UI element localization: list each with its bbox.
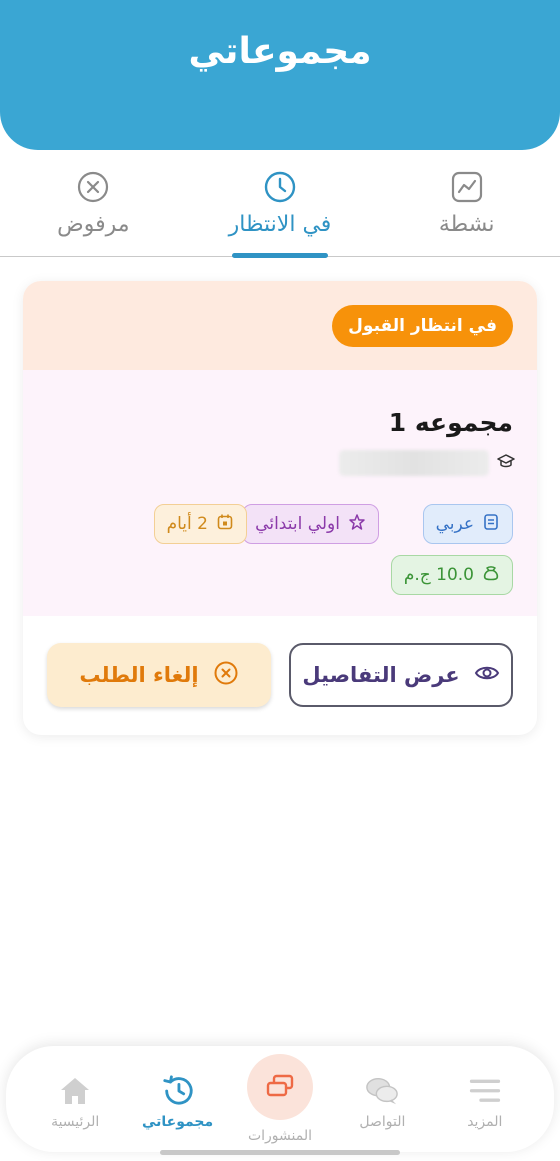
page-title: مجموعاتي [188, 30, 372, 72]
money-bag-icon [482, 564, 500, 587]
posts-icon [246, 1054, 313, 1120]
group-title: مجموعه 1 [388, 408, 513, 437]
tab-rejected[interactable]: مرفوض [0, 150, 187, 256]
tab-label: في الانتظار [228, 212, 332, 237]
nav-my-groups[interactable]: مجموعاتي [126, 1046, 228, 1130]
nav-home[interactable]: الرئيسية [24, 1046, 126, 1130]
status-badge: في انتظار القبول [332, 305, 513, 347]
cancel-request-label: إلغاء الطلب [79, 663, 199, 687]
nav-label: مجموعاتي [142, 1114, 214, 1130]
bottom-navigation: المزيد التواصل المنشورات مجموعاتي الرئيس… [6, 1046, 554, 1152]
duration-chip: 2 أيام [153, 504, 247, 544]
tab-label: مرفوض [57, 212, 130, 237]
grade-text: اولي ابتدائي [255, 514, 340, 534]
nav-label: المنشورات [247, 1128, 312, 1144]
chat-icon [365, 1074, 399, 1108]
chart-line-icon [450, 170, 484, 204]
view-details-label: عرض التفاصيل [302, 663, 460, 687]
nav-communication[interactable]: التواصل [331, 1046, 433, 1130]
eye-icon [474, 660, 500, 691]
graduation-cap-icon [497, 452, 515, 474]
nav-label: التواصل [359, 1114, 406, 1130]
star-icon [348, 513, 366, 536]
duration-text: 2 أيام [166, 514, 208, 534]
x-circle-icon [76, 170, 110, 204]
price-chip: 10.0 ج.م [390, 555, 513, 595]
view-details-button[interactable]: عرض التفاصيل [289, 643, 513, 707]
nav-label: الرئيسية [51, 1114, 100, 1130]
subject-chip: عربي [422, 504, 513, 544]
calendar-icon [216, 513, 234, 536]
nav-more[interactable]: المزيد [434, 1046, 536, 1130]
x-circle-icon [213, 660, 239, 691]
book-icon [482, 513, 500, 536]
card-status-bar: في انتظار القبول [23, 281, 537, 370]
history-icon [161, 1074, 195, 1108]
teacher-name-redacted [339, 450, 489, 476]
teacher-row [339, 450, 515, 476]
home-icon [58, 1074, 92, 1108]
status-tabs: نشطة في الانتظار مرفوض [0, 150, 560, 257]
app-header: مجموعاتي [0, 0, 560, 150]
nav-posts[interactable]: المنشورات [229, 1046, 331, 1144]
tab-label: نشطة [438, 212, 495, 237]
home-indicator [160, 1150, 400, 1155]
clock-icon [263, 170, 297, 204]
cancel-request-button[interactable]: إلغاء الطلب [47, 643, 271, 707]
group-request-card: في انتظار القبول مجموعه 1 عربي اولي ابتد… [23, 281, 537, 735]
tab-pending[interactable]: في الانتظار [187, 150, 374, 256]
subject-text: عربي [435, 514, 474, 534]
card-body: مجموعه 1 عربي اولي ابتدائي 2 أيام 10.0 ج… [23, 370, 537, 616]
nav-label: المزيد [467, 1114, 503, 1130]
price-text: 10.0 ج.م [403, 565, 474, 585]
menu-icon [468, 1074, 502, 1108]
tab-active[interactable]: نشطة [373, 150, 560, 256]
grade-chip: اولي ابتدائي [242, 504, 379, 544]
